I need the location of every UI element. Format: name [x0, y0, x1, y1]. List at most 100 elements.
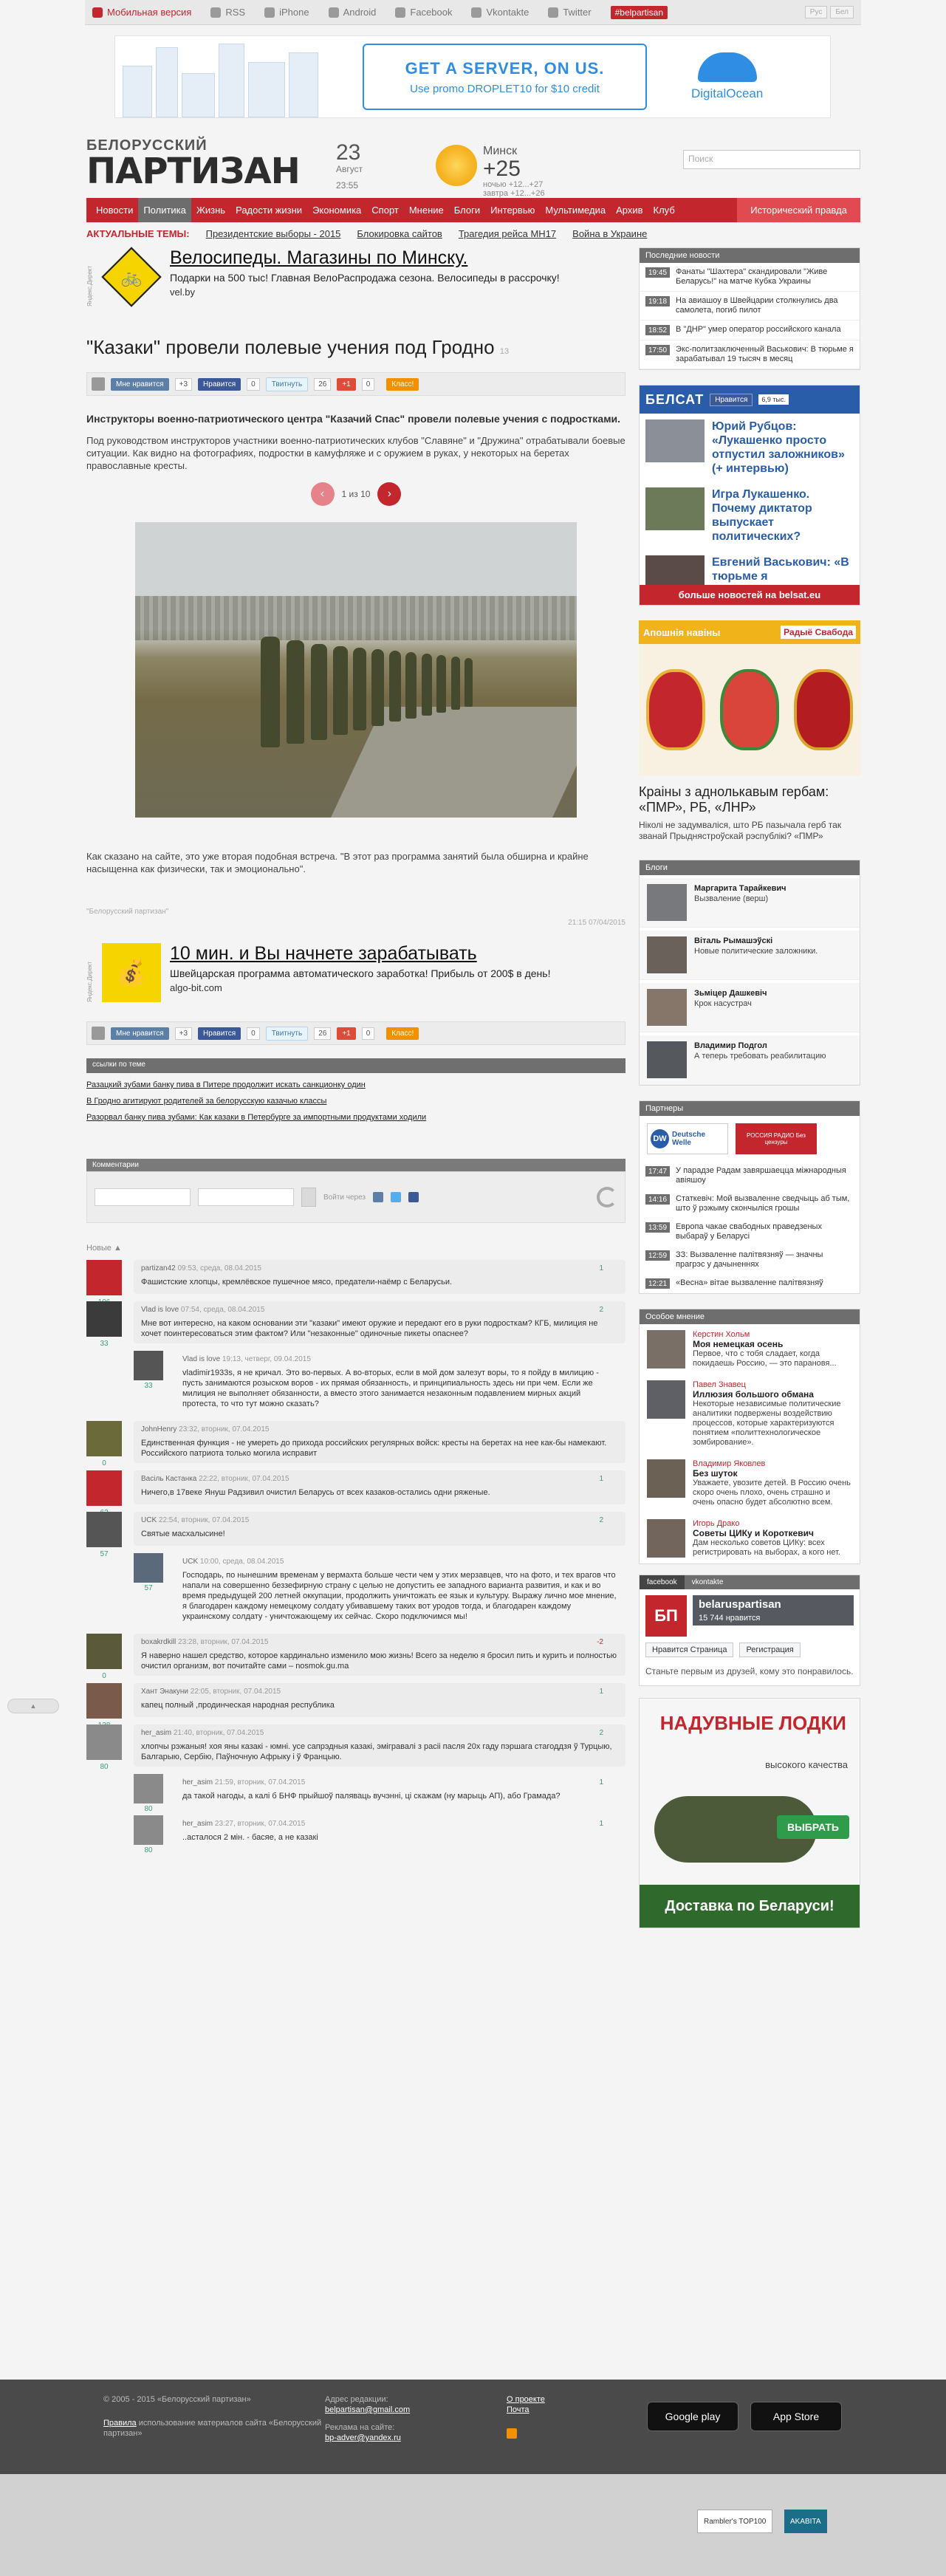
- comment-author[interactable]: boxakrdkill: [141, 1638, 176, 1646]
- nav-sport[interactable]: Спорт: [366, 198, 404, 222]
- blog-item[interactable]: Зьміцер Дашкевіч Крок насустрач: [640, 983, 860, 1032]
- comment-author[interactable]: Vlad is love: [182, 1355, 220, 1363]
- nav-blogs[interactable]: Блоги: [449, 198, 485, 222]
- rss-icon[interactable]: [507, 2428, 517, 2439]
- belsat-item[interactable]: Игра Лукашенко. Почему диктатор выпускае…: [640, 482, 860, 549]
- ok-class-button[interactable]: Класс!: [386, 377, 419, 391]
- comment-vote[interactable]: 2: [599, 1729, 603, 1737]
- facebook-link[interactable]: Facebook: [395, 7, 452, 18]
- tab-facebook[interactable]: facebook: [640, 1575, 685, 1589]
- nav-interview[interactable]: Интервью: [485, 198, 540, 222]
- twitter-link[interactable]: Twitter: [548, 7, 592, 18]
- opinion-item[interactable]: Игорь Драко Советы ЦИКу и Короткевич Дам н…: [640, 1513, 860, 1563]
- avatar[interactable]: [86, 1634, 122, 1669]
- footer-rules-link[interactable]: Правила: [103, 2419, 137, 2428]
- topic-link[interactable]: Блокировка сайтов: [357, 228, 442, 239]
- fb-page-name[interactable]: belaruspartisan: [693, 1595, 854, 1614]
- comment-author[interactable]: her_asim: [182, 1820, 213, 1828]
- facebook-login-icon[interactable]: [408, 1192, 419, 1202]
- avatar[interactable]: [86, 1470, 122, 1506]
- avatar[interactable]: [86, 1724, 122, 1760]
- comment-author[interactable]: UCK: [182, 1558, 198, 1566]
- ad-url[interactable]: vel.by: [170, 287, 560, 298]
- avatar[interactable]: [86, 1301, 122, 1337]
- comment-author[interactable]: JohnHenry: [141, 1425, 176, 1433]
- tweet-button[interactable]: Твитнуть: [265, 1026, 309, 1041]
- avatar[interactable]: [86, 1512, 122, 1547]
- ad-headline[interactable]: 10 мин. и Вы начнете зарабатывать: [170, 943, 550, 965]
- hashtag-link[interactable]: #belpartisan: [610, 5, 668, 19]
- partner-news[interactable]: 12:59 ЗЗ: Вызваленне палітвязняў — значны…: [640, 1246, 860, 1274]
- yandex-ad-algo[interactable]: Яндекс.Директ 💰 10 мин. и Вы начнете зар…: [86, 943, 625, 1002]
- ad-headline[interactable]: Велосипеды. Магазины по Минску.: [170, 247, 560, 269]
- belsat-logo[interactable]: БЕЛСАТ: [645, 392, 704, 408]
- news-item[interactable]: 17:50 Экс-политзаключенный Васькович: В т…: [640, 340, 860, 369]
- footer-email[interactable]: belpartisan@gmail.com: [325, 2405, 410, 2414]
- comment-author[interactable]: UCK: [141, 1516, 157, 1524]
- vk-like-button[interactable]: Мне нравится: [111, 1027, 169, 1040]
- belsat-item[interactable]: Евгений Васькович: «В тюрьме я: [640, 549, 860, 585]
- next-photo-button[interactable]: ›: [377, 482, 402, 506]
- comment-vote[interactable]: 2: [599, 1516, 603, 1524]
- avatar[interactable]: [86, 1683, 122, 1719]
- dw-logo[interactable]: DW Deutsche Welle: [647, 1123, 728, 1154]
- comment-password-input[interactable]: [198, 1188, 294, 1206]
- blog-item[interactable]: Віталь Рымашэўскі Новые политические зало…: [640, 931, 860, 980]
- print-icon[interactable]: [92, 377, 105, 391]
- nav-economy[interactable]: Экономика: [307, 198, 366, 222]
- opinion-item[interactable]: Владимир Яковлев Без шуток Уважаете, увози…: [640, 1453, 860, 1513]
- footer-ads-email[interactable]: bp-adver@yandex.ru: [325, 2433, 401, 2442]
- site-logo[interactable]: БЕЛОРУССКИЙ ПАРТИЗАН: [86, 137, 301, 189]
- avatar[interactable]: [134, 1351, 163, 1380]
- belsat-more-link[interactable]: больше новостей на belsat.eu: [640, 585, 860, 605]
- lang-by[interactable]: Бел: [830, 6, 854, 18]
- svaboda-title[interactable]: Краіны з аднолькавым гербам: «ПМР», РБ, …: [639, 784, 860, 815]
- article-photo[interactable]: [135, 522, 577, 818]
- blog-item[interactable]: Владимир Подгол А теперь требовать реабил…: [640, 1035, 860, 1085]
- tweet-button[interactable]: Твитнуть: [265, 377, 309, 391]
- ok-class-button[interactable]: Класс!: [386, 1027, 419, 1040]
- boat-ad[interactable]: НАДУВНЫЕ ЛОДКИ высокого качества ВЫБРАТЬ…: [639, 1698, 860, 1928]
- belsat-item[interactable]: Юрий Рубцов: «Лукашенко просто отпустил …: [640, 414, 860, 482]
- comment-vote[interactable]: -2: [597, 1638, 603, 1646]
- svaboda-widget[interactable]: Апошнія навіны Радыё Свабода Краіны з адн…: [639, 620, 860, 842]
- fb-like-button[interactable]: Нравится: [198, 1027, 241, 1040]
- nav-archive[interactable]: Архив: [611, 198, 648, 222]
- scroll-top-button[interactable]: ▲: [7, 1699, 59, 1713]
- avatar[interactable]: [134, 1815, 163, 1845]
- partner-news[interactable]: 12:21 «Весна» вітае вызваленне палітвязня…: [640, 1274, 860, 1293]
- rambler-counter[interactable]: Rambler's TOP100: [697, 2510, 773, 2533]
- news-item[interactable]: 19:45 Фанаты "Шахтера" скандировали "Живе…: [640, 263, 860, 292]
- topic-link[interactable]: Президентские выборы - 2015: [206, 228, 341, 239]
- partner-news[interactable]: 13:59 Европа чакае свабодных праведзеных …: [640, 1218, 860, 1246]
- comment-author[interactable]: Васіль Кастанка: [141, 1475, 196, 1483]
- iphone-link[interactable]: iPhone: [264, 7, 309, 18]
- nav-opinion[interactable]: Мнение: [404, 198, 449, 222]
- fb-like-page-button[interactable]: Нравится Страница: [645, 1642, 734, 1657]
- comment-name-input[interactable]: [95, 1188, 191, 1206]
- comment-author[interactable]: Vlad is love: [141, 1306, 179, 1314]
- comment-vote[interactable]: 1: [599, 1688, 603, 1696]
- print-icon[interactable]: [92, 1027, 105, 1040]
- belsat-like-button[interactable]: Нравится: [710, 393, 753, 406]
- nav-joys[interactable]: Радости жизни: [230, 198, 307, 222]
- vk-login-icon[interactable]: [373, 1192, 384, 1202]
- nav-history[interactable]: Исторический правда: [737, 198, 860, 222]
- lang-ru[interactable]: Рус: [804, 6, 828, 18]
- rss-link[interactable]: RSS: [210, 7, 245, 18]
- akavita-counter[interactable]: AKABITA: [784, 2510, 827, 2533]
- gplus-button[interactable]: +1: [337, 377, 356, 391]
- related-link[interactable]: Разацкий зубами банку пива в Питере прод…: [86, 1080, 625, 1089]
- fb-like-button[interactable]: Нравится: [198, 377, 241, 391]
- app-store-button[interactable]: App Store: [750, 2402, 842, 2431]
- radio-logo[interactable]: РОССИЯ РАДИО Без цензуры: [736, 1123, 817, 1154]
- comment-vote[interactable]: 1: [599, 1778, 603, 1787]
- google-play-button[interactable]: Google play: [647, 2402, 738, 2431]
- nav-news[interactable]: Новости: [91, 198, 138, 222]
- comment-author[interactable]: her_asim: [141, 1729, 171, 1737]
- fb-register-button[interactable]: Регистрация: [739, 1642, 801, 1657]
- sort-newest[interactable]: Новые ▲: [86, 1244, 625, 1253]
- partner-news[interactable]: 14:16 Статкевіч: Мой вызваленне сведчыць …: [640, 1190, 860, 1218]
- opinion-item[interactable]: Павел Знавец Иллюзия большого обмана Некот…: [640, 1374, 860, 1453]
- send-button[interactable]: [301, 1188, 316, 1207]
